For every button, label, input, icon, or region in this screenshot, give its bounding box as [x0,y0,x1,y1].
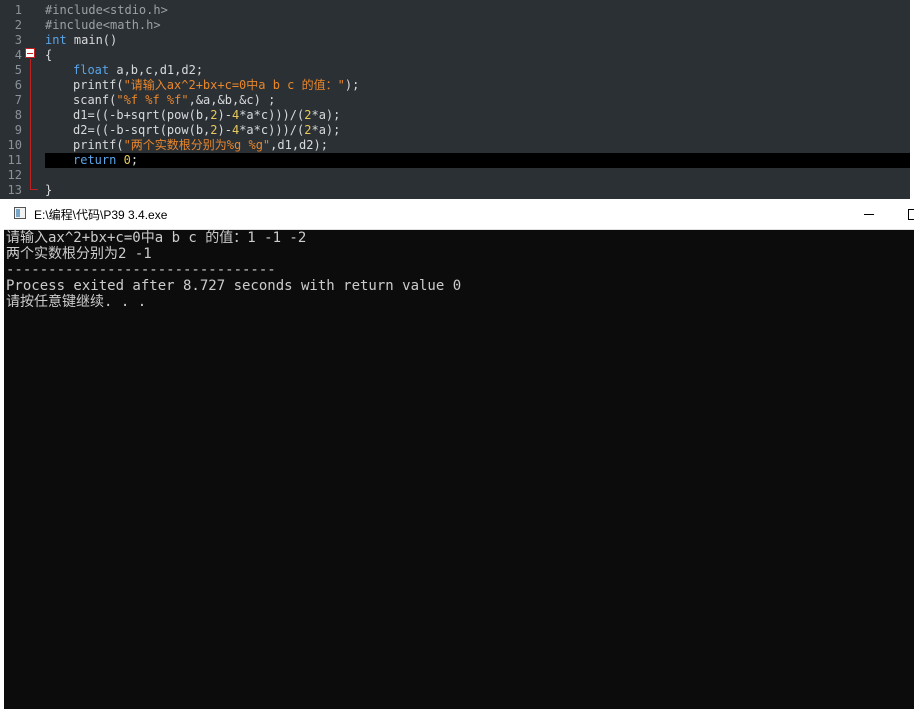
number-literal: 0 [123,153,131,167]
code-text: a,b,c,d1,d2; [109,63,204,77]
code-text: ,&a,&b,&c) ; [188,93,276,107]
code-line-7: scanf("%f %f %f",&a,&b,&c) ; [45,93,910,108]
code-line-11-current: return 0; [45,153,910,168]
string-literal: "%f %f %f" [116,93,189,107]
line-number: 1 [14,3,22,17]
console-app-icon [14,207,26,219]
code-text: ; [130,153,139,167]
code-text: )- [217,108,232,122]
code-text: *a*c)))/( [239,123,305,137]
line-number: 3 [14,33,22,47]
line-number: 2 [14,18,22,32]
line-number: 11 [7,153,22,167]
code-text: printf( [73,138,124,152]
fold-range-line [30,59,31,189]
line-number: 13 [7,183,22,197]
string-literal: "请输入ax^2+bx+c=0中a b c 的值：" [123,78,345,92]
console-title: E:\编程\代码\P39 3.4.exe [34,208,168,222]
console-output-line: 两个实数根分别为2 -1 [6,246,152,262]
code-text: *a); [311,123,341,137]
code-line-8: d1=((-b+sqrt(pow(b,2)-4*a*c)))/(2*a); [45,108,910,123]
code-text: *a*c)))/( [239,108,305,122]
code-line-2: #include<math.h> [45,18,910,33]
code-text: d1=((-b+sqrt(pow(b, [73,108,211,122]
code-text: )- [217,123,232,137]
code-line-10: printf("两个实数根分别为%g %g",d1,d2); [45,138,910,153]
line-number: 9 [14,123,22,137]
code-line-4: { [45,48,910,63]
keyword: float [73,63,110,77]
preprocessor-directive: #include<math.h> [45,18,161,32]
code-editor[interactable]: 1 2 3 4 5 6 7 8 9 10 11 12 13 #include<s… [0,0,910,199]
line-number: 7 [14,93,22,107]
line-number: 5 [14,63,22,77]
line-number: 4 [14,48,22,62]
console-separator: -------------------------------- [6,262,276,278]
code-text: scanf( [73,93,117,107]
keyword: return [73,153,117,167]
code-text: } [45,183,53,197]
string-literal: "两个实数根分别为%g %g" [123,138,271,152]
line-number: 8 [14,108,22,122]
code-text: d2=((-b-sqrt(pow(b, [73,123,211,137]
preprocessor-directive: #include<stdio.h> [45,3,168,17]
code-text: printf( [73,78,124,92]
code-text: *a); [311,108,341,122]
line-number: 10 [7,138,22,152]
console-window[interactable]: E:\编程\代码\P39 3.4.exe 请输入ax^2+bx+c=0中a b … [4,199,914,709]
code-line-5: float a,b,c,d1,d2; [45,63,910,78]
line-number-gutter: 1 2 3 4 5 6 7 8 9 10 11 12 13 [0,0,40,199]
keyword: int [45,33,67,47]
code-line-13: } [45,183,910,198]
console-output-line: 请输入ax^2+bx+c=0中a b c 的值：1 -1 -2 [6,230,307,246]
minimize-button[interactable] [854,203,884,225]
line-number: 12 [7,168,22,182]
code-line-9: d2=((-b-sqrt(pow(b,2)-4*a*c)))/(2*a); [45,123,910,138]
console-titlebar[interactable]: E:\编程\代码\P39 3.4.exe [4,199,914,230]
code-text: main() [66,33,118,47]
code-text: { [45,48,53,62]
console-output-area[interactable]: 请输入ax^2+bx+c=0中a b c 的值：1 -1 -2 两个实数根分别为… [4,230,914,709]
console-output-line: 请按任意键继续. . . [6,294,147,310]
maximize-button[interactable] [900,203,914,225]
code-line-3: int main() [45,33,910,48]
line-number: 6 [14,78,22,92]
fold-range-end [30,189,38,190]
number-literal: 2 [210,108,218,122]
fold-collapse-icon[interactable] [25,48,35,58]
code-text: ); [344,78,360,92]
code-line-1: #include<stdio.h> [45,3,910,18]
console-output-line: Process exited after 8.727 seconds with … [6,278,462,294]
code-text: ,d1,d2); [270,138,328,152]
number-literal: 2 [210,123,218,137]
code-line-6: printf("请输入ax^2+bx+c=0中a b c 的值："); [45,78,910,93]
